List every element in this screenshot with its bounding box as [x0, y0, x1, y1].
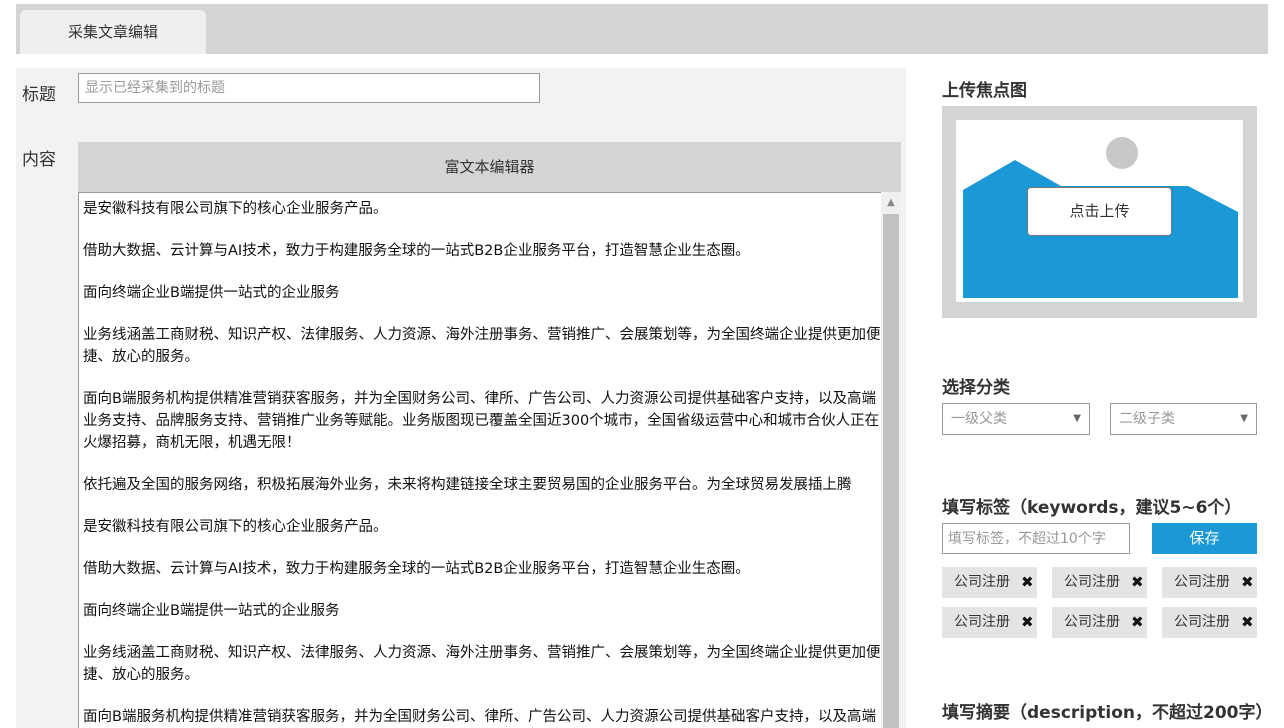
- title-label: 标题: [22, 85, 56, 105]
- keyword-tag: 公司注册 ✖: [942, 607, 1037, 638]
- scroll-up-arrow-icon[interactable]: ▲: [881, 192, 901, 212]
- remove-tag-icon[interactable]: ✖: [1241, 567, 1254, 598]
- editor-scrollbar[interactable]: ▲: [881, 192, 901, 728]
- keyword-tag: 公司注册 ✖: [1052, 607, 1147, 638]
- editor-paragraph: 借助大数据、云计算与AI技术，致力于构建服务全球的一站式B2B企业服务平台，打造…: [83, 243, 750, 259]
- remove-tag-icon[interactable]: ✖: [1241, 607, 1254, 638]
- rich-text-editor-content[interactable]: 是安徽科技有限公司旗下的核心企业服务产品。 借助大数据、云计算与AI技术，致力于…: [78, 192, 881, 728]
- editor-paragraph: 面向B端服务机构提供精准营销获客服务，并为全国财务公司、律所、广告公司、人力资源…: [83, 709, 876, 725]
- remove-tag-icon[interactable]: ✖: [1131, 567, 1144, 598]
- primary-category-value: 一级父类: [951, 411, 1007, 427]
- keyword-tag: 公司注册 ✖: [1162, 607, 1257, 638]
- dropdown-arrow-icon: ▼: [1073, 413, 1081, 424]
- editor-paragraph: 业务线涵盖工商财税、知识产权、法律服务、人力资源、海外注册事务、营销推广、会展策…: [83, 645, 881, 683]
- tag-input[interactable]: [942, 523, 1130, 554]
- editor-paragraph: 面向终端企业B端提供一站式的企业服务: [83, 285, 340, 301]
- category-heading: 选择分类: [942, 378, 1010, 398]
- dropdown-arrow-icon: ▼: [1240, 413, 1248, 424]
- keyword-tag: 公司注册 ✖: [942, 567, 1037, 598]
- keyword-tag: 公司注册 ✖: [1052, 567, 1147, 598]
- keyword-tag-label: 公司注册: [1064, 574, 1120, 590]
- title-input[interactable]: [78, 73, 540, 103]
- tags-heading: 填写标签（keywords，建议5~6个）: [942, 498, 1242, 518]
- content-label: 内容: [22, 150, 56, 170]
- keyword-tag-label: 公司注册: [954, 574, 1010, 590]
- primary-category-select[interactable]: 一级父类 ▼: [942, 403, 1090, 435]
- editor-paragraph: 面向终端企业B端提供一站式的企业服务: [83, 603, 340, 619]
- editor-paragraph: 是安徽科技有限公司旗下的核心企业服务产品。: [83, 201, 388, 217]
- remove-tag-icon[interactable]: ✖: [1021, 607, 1034, 638]
- keyword-tag: 公司注册 ✖: [1162, 567, 1257, 598]
- rich-text-editor-toolbar: 富文本编辑器: [78, 142, 901, 192]
- keyword-tag-label: 公司注册: [954, 614, 1010, 630]
- summary-heading: 填写摘要（description，不超过200字）: [942, 703, 1273, 723]
- keyword-tag-label: 公司注册: [1064, 614, 1120, 630]
- upload-button[interactable]: 点击上传: [1027, 187, 1172, 236]
- tab-bar: 采集文章编辑: [16, 4, 1268, 54]
- secondary-category-value: 二级子类: [1119, 411, 1175, 427]
- save-tag-button[interactable]: 保存: [1152, 523, 1257, 554]
- editor-paragraph: 面向B端服务机构提供精准营销获客服务，并为全国财务公司、律所、广告公司、人力资源…: [83, 391, 880, 451]
- editor-paragraph: 业务线涵盖工商财税、知识产权、法律服务、人力资源、海外注册事务、营销推广、会展策…: [83, 327, 881, 365]
- upload-heading: 上传焦点图: [942, 81, 1027, 101]
- scrollbar-thumb[interactable]: [883, 214, 899, 728]
- remove-tag-icon[interactable]: ✖: [1131, 607, 1144, 638]
- keyword-tag-label: 公司注册: [1174, 574, 1230, 590]
- secondary-category-select[interactable]: 二级子类 ▼: [1110, 403, 1257, 435]
- editor-paragraph: 依托遍及全国的服务网络，积极拓展海外业务，未来将构建链接全球主要贸易国的企业服务…: [83, 477, 852, 493]
- keyword-tag-label: 公司注册: [1174, 614, 1230, 630]
- editor-paragraph: 是安徽科技有限公司旗下的核心企业服务产品。: [83, 519, 388, 535]
- tab-collected-article-edit[interactable]: 采集文章编辑: [20, 10, 206, 54]
- remove-tag-icon[interactable]: ✖: [1021, 567, 1034, 598]
- editor-paragraph: 借助大数据、云计算与AI技术，致力于构建服务全球的一站式B2B企业服务平台，打造…: [83, 561, 750, 577]
